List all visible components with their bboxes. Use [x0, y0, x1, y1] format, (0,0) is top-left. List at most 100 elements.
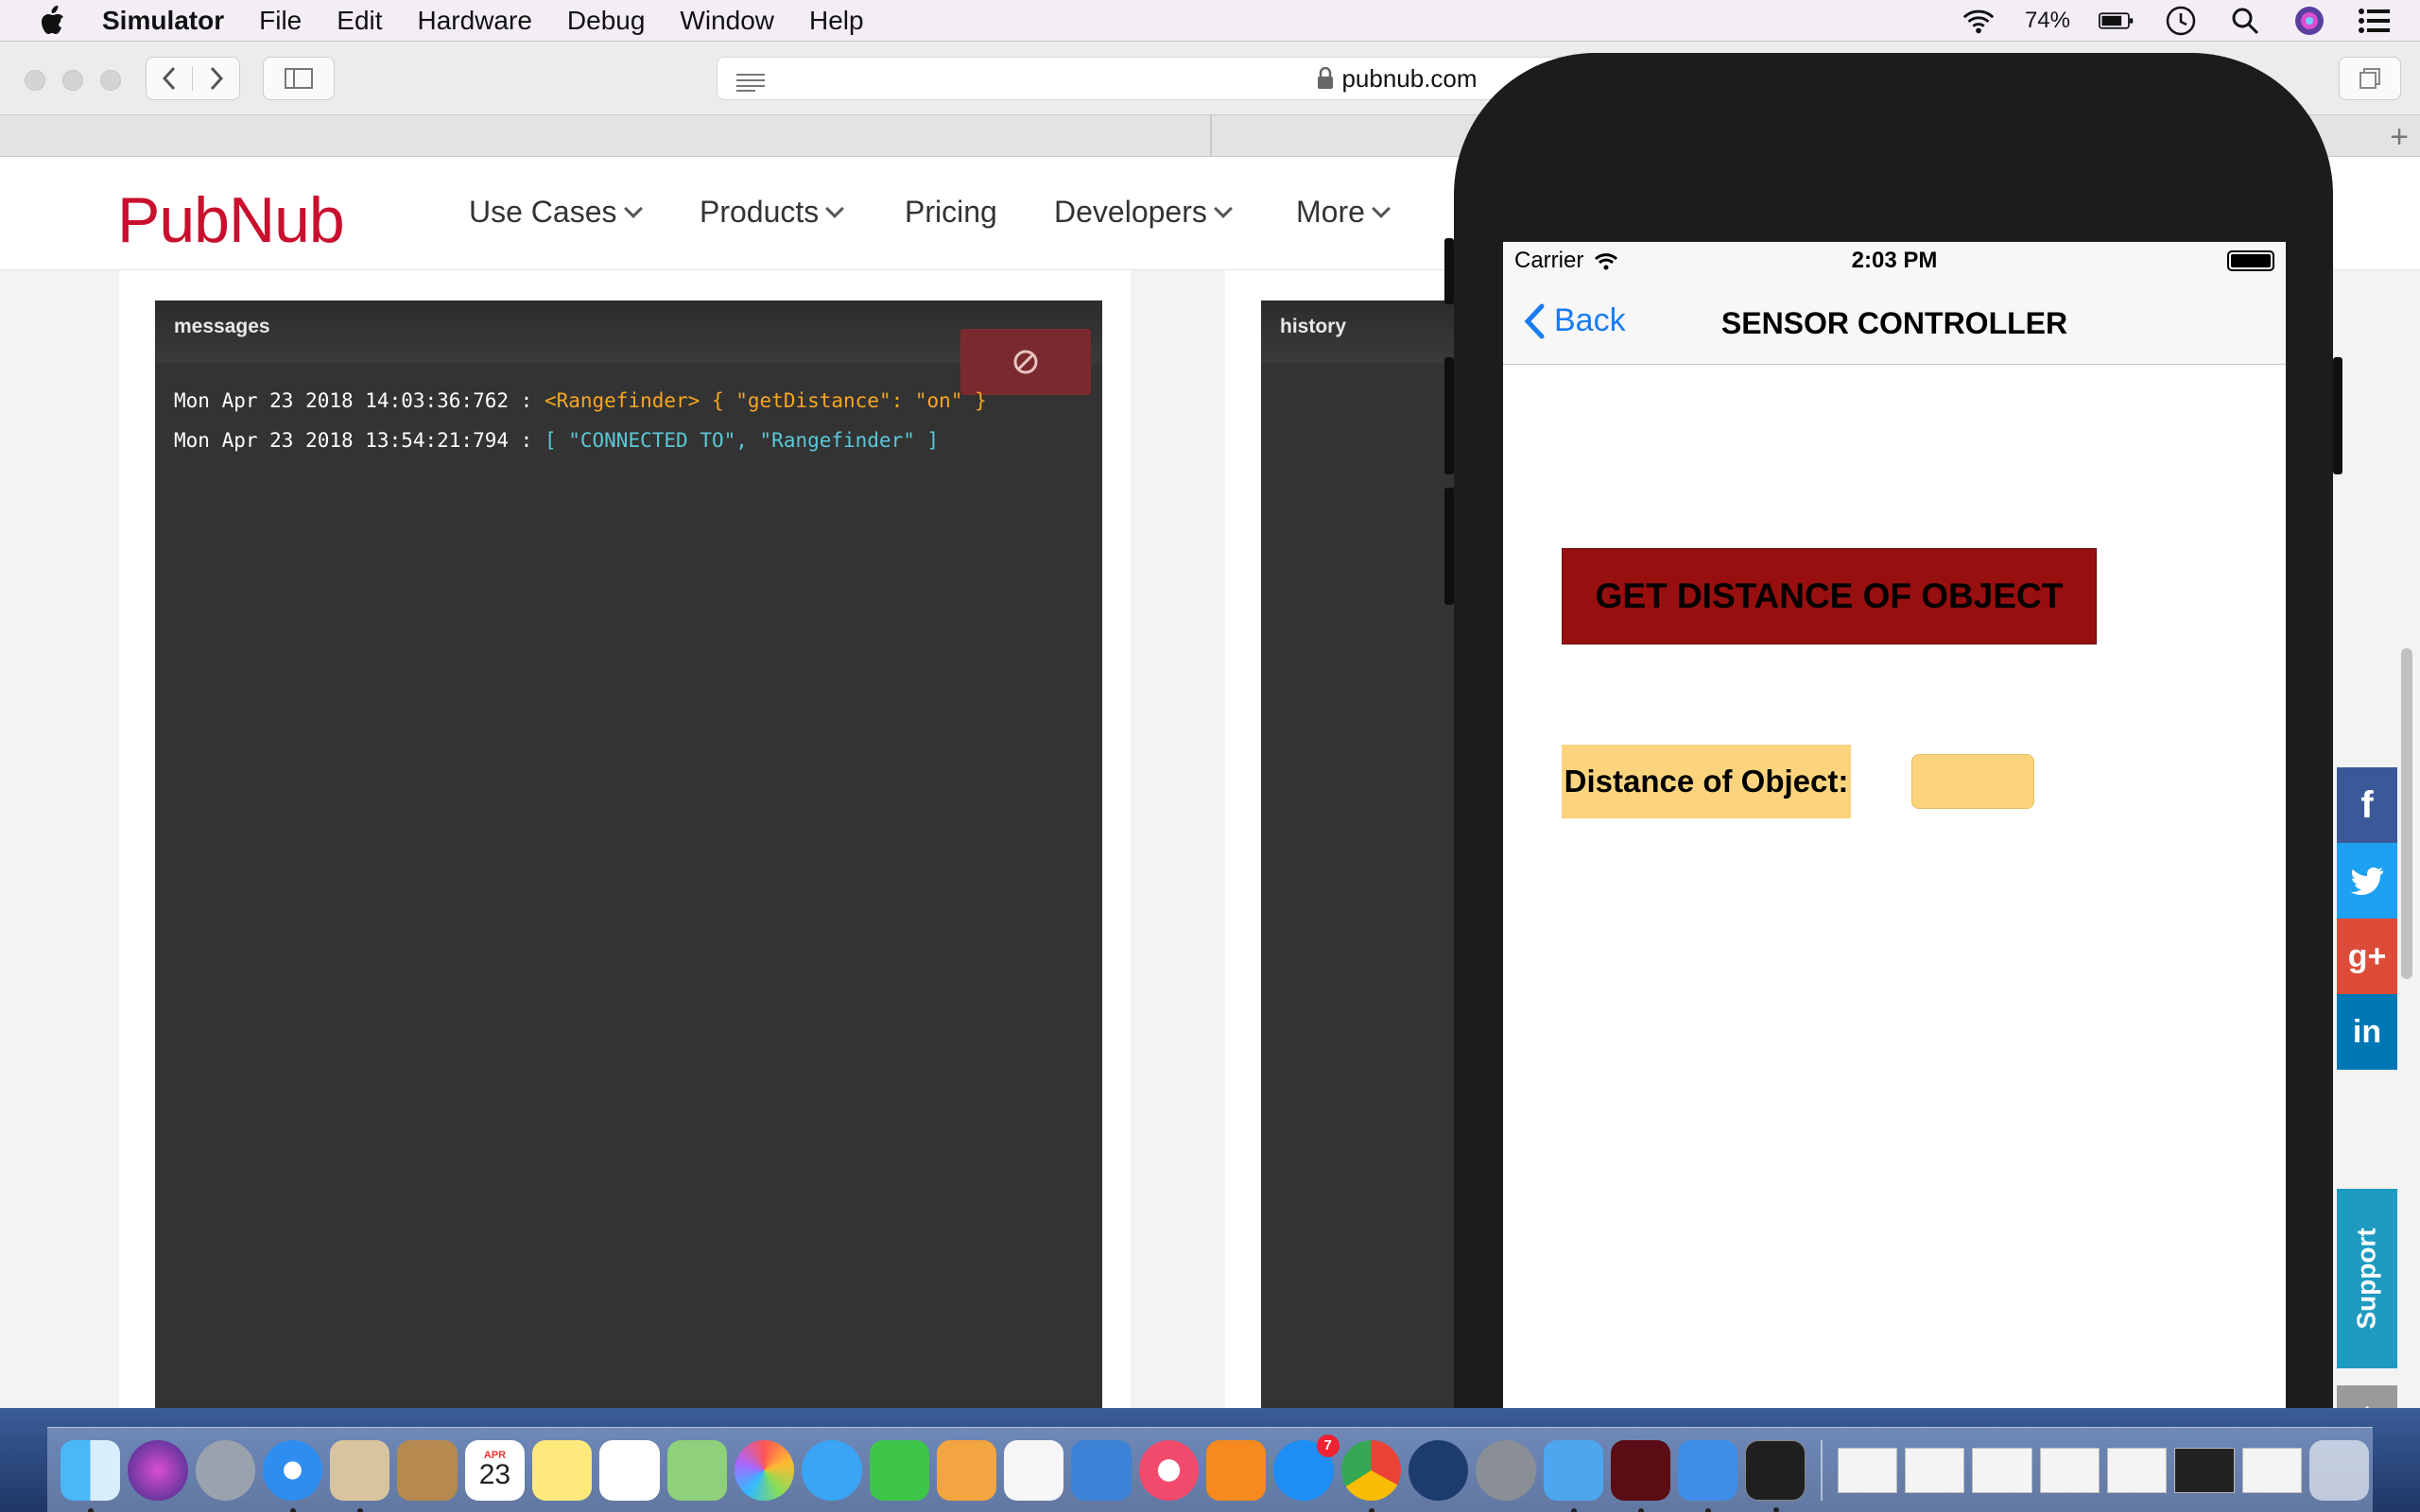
google-plus-share-button[interactable]: g+ — [2337, 919, 2397, 994]
menu-hardware[interactable]: Hardware — [418, 6, 532, 36]
photos-icon[interactable] — [734, 1439, 795, 1501]
twitter-share-button[interactable] — [2337, 843, 2397, 919]
message-line: Mon Apr 23 2018 14:03:36:762 : <Rangefin… — [174, 389, 987, 412]
support-tab[interactable]: Support — [2337, 1189, 2397, 1368]
contacts-icon[interactable] — [397, 1439, 458, 1501]
mail-icon[interactable] — [330, 1439, 390, 1512]
chevron-down-icon — [623, 198, 643, 218]
show-tabs-button[interactable] — [2339, 57, 2401, 100]
menu-debug[interactable]: Debug — [567, 6, 646, 36]
system-preferences-icon[interactable] — [1476, 1439, 1536, 1501]
launchpad-icon[interactable] — [195, 1439, 255, 1501]
status-time: 2:03 PM — [1851, 248, 1938, 273]
volume-up-button — [1444, 357, 1454, 474]
distance-value-field[interactable] — [1911, 754, 2034, 809]
minimized-window-thumbnail[interactable] — [2174, 1447, 2235, 1493]
minimized-window-thumbnail[interactable] — [2106, 1447, 2168, 1493]
iphone-screen: Carrier 2:03 PM Back SENSOR CONTROLLER G… — [1503, 242, 2286, 1512]
apple-icon[interactable] — [34, 3, 70, 39]
browser-forward-icon[interactable] — [193, 66, 239, 91]
time-machine-icon[interactable] — [2163, 5, 2199, 37]
minimize-window-button[interactable] — [62, 70, 83, 91]
clear-messages-button[interactable] — [960, 329, 1091, 395]
volume-down-button — [1444, 488, 1454, 605]
finder-icon[interactable] — [60, 1439, 121, 1512]
messages-icon[interactable] — [802, 1439, 862, 1501]
nav-more[interactable]: More — [1296, 195, 1391, 230]
ibooks-icon[interactable] — [1206, 1439, 1267, 1501]
sidebar-icon — [285, 68, 313, 89]
screen-title: SENSOR CONTROLLER — [1720, 306, 2068, 340]
chevron-down-icon — [1213, 198, 1233, 218]
xcode-icon[interactable] — [1543, 1439, 1603, 1512]
facebook-share-button[interactable]: f — [2337, 767, 2397, 843]
nav-products[interactable]: Products — [700, 195, 845, 230]
page-scrollbar[interactable] — [2401, 648, 2412, 979]
battery-icon[interactable] — [2099, 5, 2135, 37]
power-button — [2333, 357, 2342, 474]
twitter-icon — [2351, 868, 2383, 895]
keynote-icon[interactable] — [1071, 1439, 1132, 1501]
pubnub-app-icon[interactable] — [1610, 1439, 1671, 1512]
chevron-down-icon — [825, 198, 845, 218]
ban-icon — [1013, 350, 1038, 374]
nav-use-cases[interactable]: Use Cases — [469, 195, 643, 230]
simulator-icon[interactable] — [1678, 1439, 1738, 1512]
minimized-window-thumbnail[interactable] — [1972, 1447, 2032, 1493]
ios-status-bar: Carrier 2:03 PM — [1503, 242, 2286, 282]
chevron-down-icon — [1372, 198, 1391, 218]
menu-edit[interactable]: Edit — [337, 6, 382, 36]
reader-view-icon[interactable] — [736, 69, 765, 98]
terminal-icon[interactable] — [1745, 1439, 1806, 1512]
reminders-icon[interactable] — [599, 1439, 660, 1501]
battery-percent: 74% — [2024, 8, 2070, 33]
sidebar-toggle-button[interactable] — [263, 57, 335, 100]
linkedin-share-button[interactable]: in — [2337, 994, 2397, 1070]
lock-icon — [1317, 67, 1334, 90]
menu-window[interactable]: Window — [680, 6, 774, 36]
battery-icon — [2227, 250, 2274, 271]
facetime-icon[interactable] — [869, 1439, 929, 1501]
mute-switch — [1444, 238, 1454, 304]
wifi-icon[interactable] — [1961, 5, 1996, 37]
app-store-icon[interactable]: 7 — [1273, 1434, 1340, 1501]
quicktime-icon[interactable] — [1408, 1439, 1469, 1501]
messages-console: messages Mon Apr 23 2018 14:03:36:762 : … — [155, 301, 1102, 1408]
nav-pricing[interactable]: Pricing — [905, 195, 997, 230]
menu-help[interactable]: Help — [809, 6, 864, 36]
spotlight-search-icon[interactable] — [2227, 5, 2263, 37]
app-store-badge: 7 — [1316, 1434, 1340, 1457]
message-line: Mon Apr 23 2018 13:54:21:794 : [ "CONNEC… — [174, 429, 940, 452]
minimized-window-thumbnail[interactable] — [1905, 1447, 1965, 1493]
menu-simulator[interactable]: Simulator — [102, 6, 224, 36]
get-distance-button[interactable]: GET DISTANCE OF OBJECT — [1562, 548, 2097, 644]
minimized-window-thumbnail[interactable] — [2039, 1447, 2100, 1493]
maps-icon[interactable] — [666, 1439, 727, 1501]
minimized-window-thumbnail[interactable] — [1837, 1447, 1898, 1493]
trash-icon[interactable] — [2308, 1439, 2370, 1501]
message-payload: <Rangefinder> { "getDistance": "on" } — [544, 389, 987, 412]
notes-icon[interactable] — [532, 1439, 593, 1501]
dock-separator — [1820, 1439, 1823, 1501]
new-tab-icon[interactable]: + — [2390, 119, 2409, 156]
menu-bar: Simulator File Edit Hardware Debug Windo… — [0, 0, 2420, 42]
url-text: pubnub.com — [1341, 63, 1478, 93]
notification-center-icon[interactable] — [2356, 5, 2392, 37]
scroll-to-top-button[interactable] — [2337, 1385, 2397, 1408]
numbers-icon[interactable] — [1004, 1439, 1064, 1501]
siri-icon[interactable] — [2291, 5, 2327, 37]
minimized-window-thumbnail[interactable] — [2241, 1447, 2302, 1493]
pages-icon[interactable] — [936, 1439, 997, 1501]
pubnub-logo[interactable]: PubNub — [117, 183, 345, 257]
itunes-icon[interactable] — [1138, 1439, 1200, 1501]
browser-back-icon[interactable] — [147, 66, 194, 91]
safari-icon[interactable] — [262, 1439, 323, 1512]
siri-icon[interactable] — [128, 1439, 188, 1501]
nav-developers[interactable]: Developers — [1054, 195, 1233, 230]
chrome-icon[interactable] — [1340, 1439, 1401, 1512]
close-window-button[interactable] — [25, 70, 45, 91]
dock: APR 23 7 — [47, 1427, 2373, 1512]
calendar-icon[interactable]: APR 23 — [464, 1439, 526, 1501]
menu-file[interactable]: File — [259, 6, 302, 36]
zoom-window-button[interactable] — [100, 70, 121, 91]
